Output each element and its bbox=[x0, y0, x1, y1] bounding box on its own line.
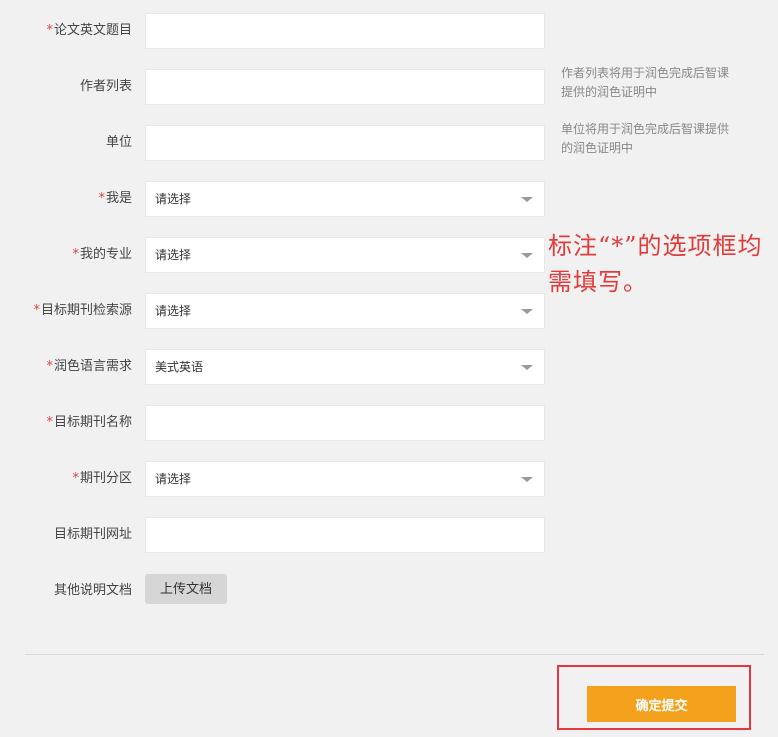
row-journal-name: *目标期刊名称 bbox=[0, 405, 778, 441]
journal-url-input[interactable] bbox=[145, 517, 545, 553]
required-marker: * bbox=[46, 359, 53, 374]
index-source-select[interactable]: 请选择 bbox=[145, 293, 545, 329]
label-journal-url: 目标期刊网址 bbox=[53, 527, 132, 542]
chevron-down-icon bbox=[521, 365, 533, 370]
unit-input[interactable] bbox=[145, 125, 545, 161]
submit-button[interactable]: 确定提交 bbox=[587, 686, 736, 722]
language-select-value: 美式英语 bbox=[155, 360, 204, 374]
row-title-en: *论文英文题目 bbox=[0, 13, 778, 49]
journal-name-input[interactable] bbox=[145, 405, 545, 441]
row-language: *润色语言需求 美式英语 bbox=[0, 349, 778, 385]
label-journal-zone: *期刊分区 bbox=[72, 471, 132, 486]
label-other-doc: 其他说明文档 bbox=[53, 583, 132, 598]
journal-zone-select-value: 请选择 bbox=[155, 472, 192, 486]
row-identity: *我是 请选择 bbox=[0, 181, 778, 217]
label-index-source: *目标期刊检索源 bbox=[33, 303, 132, 318]
row-other-doc: 其他说明文档 上传文档 bbox=[0, 573, 778, 609]
title-en-input[interactable] bbox=[145, 13, 545, 49]
label-journal-name: *目标期刊名称 bbox=[46, 415, 132, 430]
upload-document-button[interactable]: 上传文档 bbox=[145, 574, 227, 604]
row-unit: 单位 单位将用于润色完成后智课提供的润色证明中 bbox=[0, 122, 778, 161]
label-language: *润色语言需求 bbox=[46, 359, 132, 374]
required-fields-annotation: 标注“*”的选项框均需填写。 bbox=[548, 232, 763, 296]
journal-zone-select[interactable]: 请选择 bbox=[145, 461, 545, 497]
chevron-down-icon bbox=[521, 477, 533, 482]
divider bbox=[25, 654, 764, 655]
index-source-select-value: 请选择 bbox=[155, 304, 192, 318]
row-journal-zone: *期刊分区 请选择 bbox=[0, 461, 778, 497]
required-marker: * bbox=[72, 471, 79, 486]
chevron-down-icon bbox=[521, 309, 533, 314]
label-authors: 作者列表 bbox=[79, 79, 132, 94]
unit-hint: 单位将用于润色完成后智课提供的润色证明中 bbox=[561, 122, 730, 155]
required-marker: * bbox=[98, 191, 105, 206]
row-journal-url: 目标期刊网址 bbox=[0, 517, 778, 553]
major-select-value: 请选择 bbox=[155, 248, 192, 262]
authors-hint: 作者列表将用于润色完成后智课提供的润色证明中 bbox=[561, 66, 730, 99]
label-identity: *我是 bbox=[98, 191, 132, 206]
authors-input[interactable] bbox=[145, 69, 545, 105]
label-unit: 单位 bbox=[105, 135, 132, 150]
language-select[interactable]: 美式英语 bbox=[145, 349, 545, 385]
required-marker: * bbox=[33, 303, 40, 318]
required-marker: * bbox=[46, 415, 53, 430]
chevron-down-icon bbox=[521, 197, 533, 202]
label-major: *我的专业 bbox=[72, 247, 132, 262]
identity-select-value: 请选择 bbox=[155, 192, 192, 206]
label-title-en: *论文英文题目 bbox=[46, 23, 132, 38]
identity-select[interactable]: 请选择 bbox=[145, 181, 545, 217]
required-marker: * bbox=[46, 23, 53, 38]
row-authors: 作者列表 作者列表将用于润色完成后智课提供的润色证明中 bbox=[0, 66, 778, 105]
required-marker: * bbox=[72, 247, 79, 262]
chevron-down-icon bbox=[521, 253, 533, 258]
major-select[interactable]: 请选择 bbox=[145, 237, 545, 273]
